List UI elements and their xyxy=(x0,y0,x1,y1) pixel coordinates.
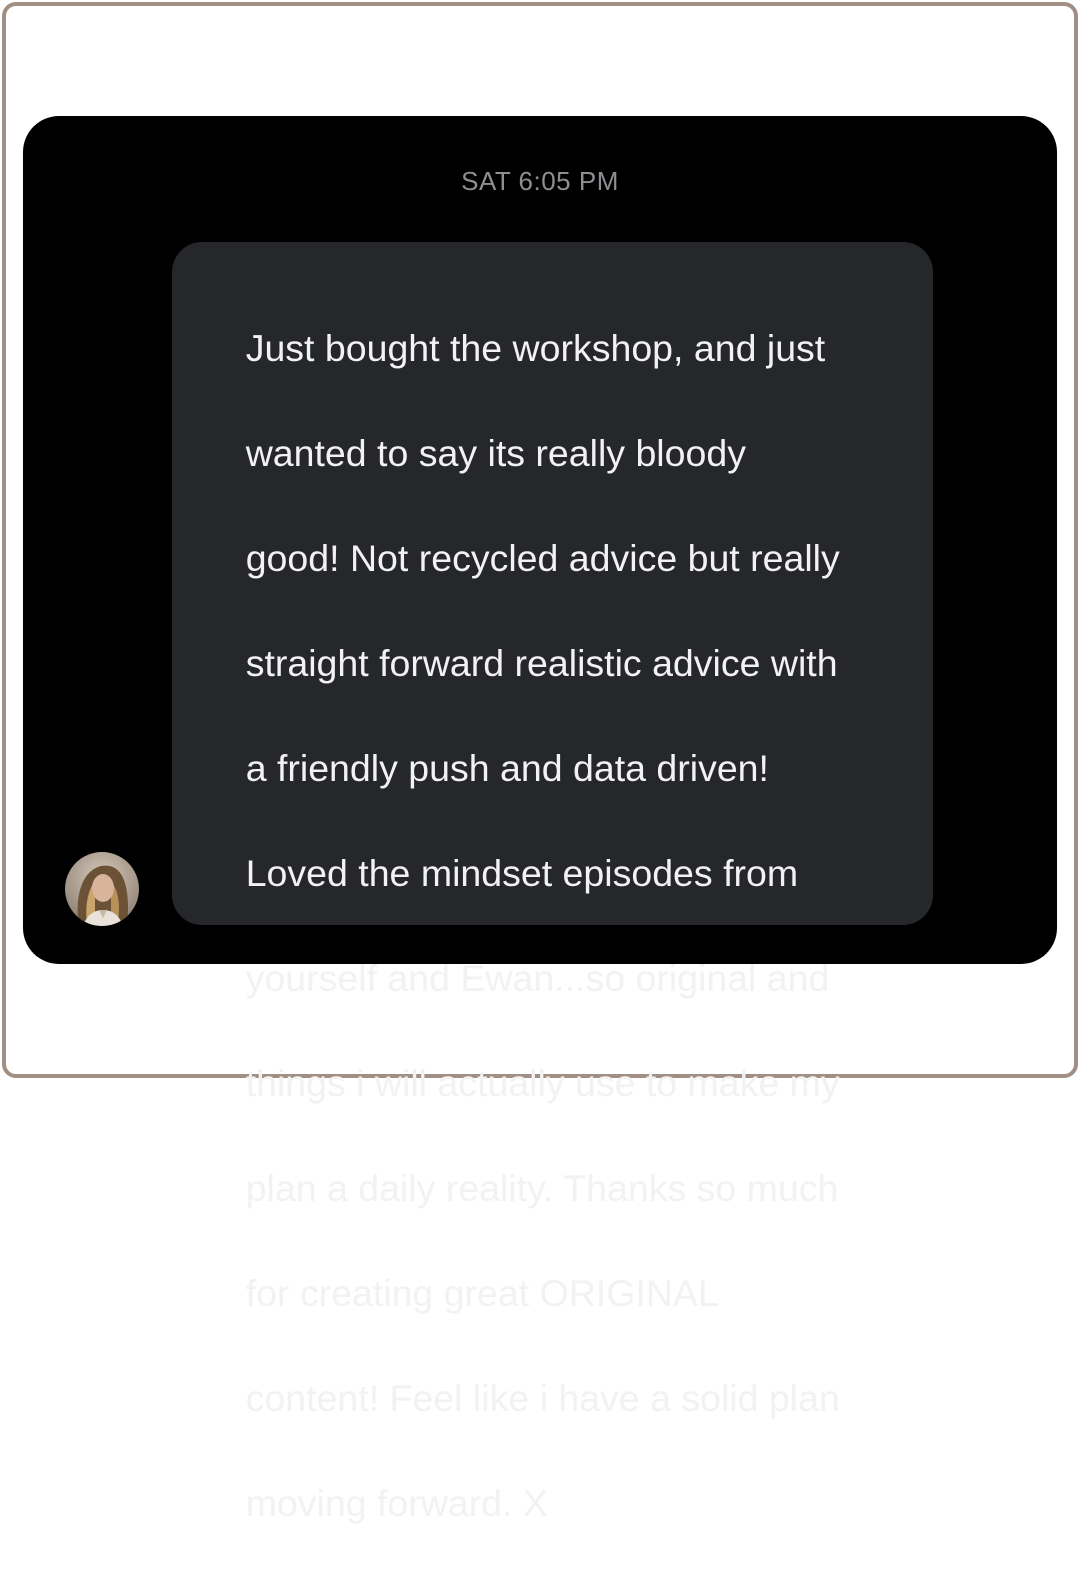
message-text: Just bought the workshop, and just wante… xyxy=(204,269,913,1582)
profile-photo-avatar-icon xyxy=(65,852,139,926)
message-line: yourself and Ewan...so original and xyxy=(245,956,830,999)
message-line: content! Feel like i have a solid plan xyxy=(245,1376,840,1419)
message-line: wanted to say its really bloody xyxy=(245,431,746,474)
message-line: Just bought the workshop, and just xyxy=(245,326,826,369)
message-line: for creating great ORIGINAL xyxy=(245,1271,719,1314)
message-timestamp: SAT 6:05 PM xyxy=(461,166,619,196)
message-line: plan a daily reality. Thanks so much xyxy=(245,1166,839,1209)
sender-avatar[interactable] xyxy=(65,852,139,926)
message-line: moving forward. X xyxy=(245,1481,548,1524)
message-line: straight forward realistic advice with xyxy=(245,641,838,684)
message-line: Loved the mindset episodes from xyxy=(245,851,799,894)
message-line: a friendly push and data driven! xyxy=(245,746,769,789)
message-line: good! Not recycled advice but really xyxy=(245,536,840,579)
message-bubble[interactable]: Just bought the workshop, and just wante… xyxy=(172,242,933,1524)
message-line: things i will actually use to make my xyxy=(245,1061,840,1104)
